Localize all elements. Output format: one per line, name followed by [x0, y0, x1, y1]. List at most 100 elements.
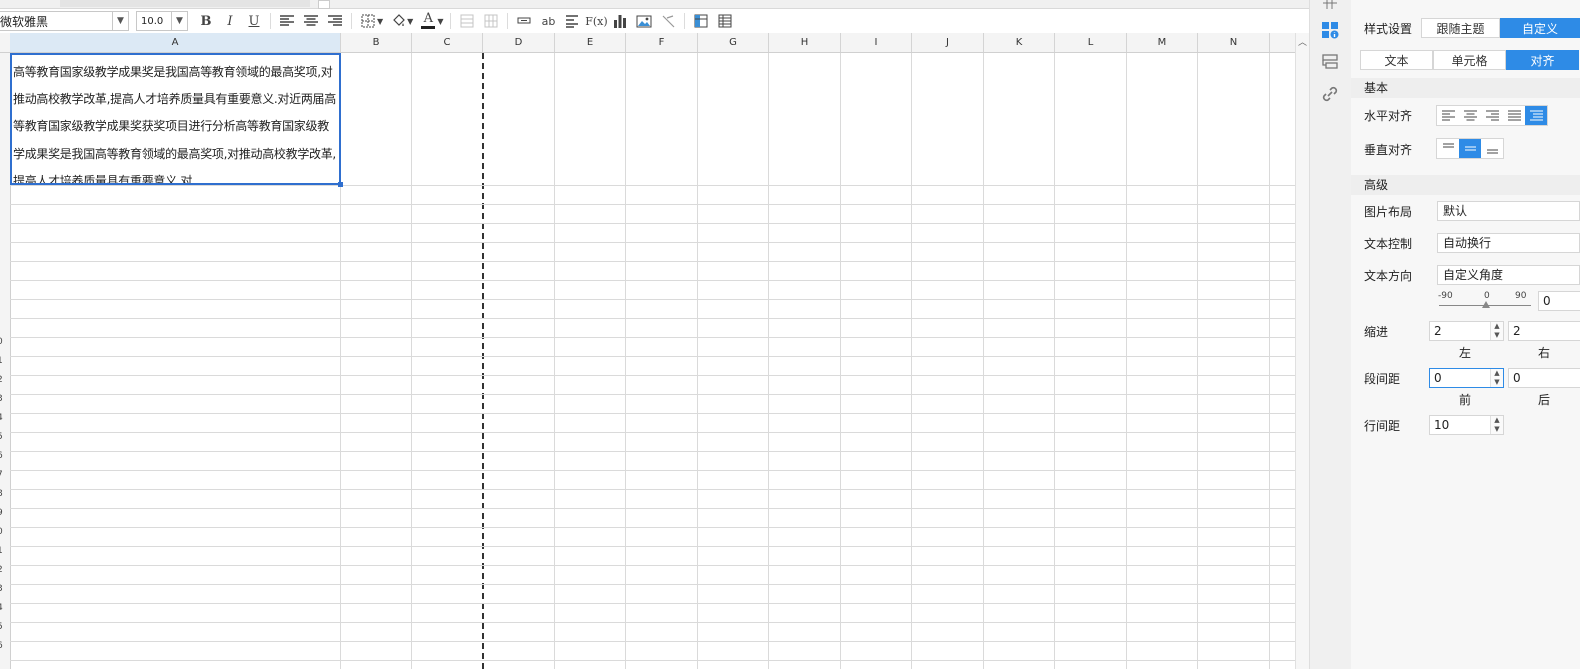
chevron-up-icon[interactable]: ︿ [1296, 35, 1309, 48]
column-header-H[interactable]: H [769, 33, 841, 52]
para-after-caption: 后 [1538, 393, 1551, 407]
font-size-select[interactable]: 10.0 ▼ [136, 11, 188, 31]
chevron-down-icon[interactable]: ▼ [407, 17, 413, 26]
v-align-bottom-icon[interactable] [1481, 139, 1503, 158]
table-icon[interactable] [1320, 0, 1340, 12]
v-align-group [1436, 138, 1504, 159]
link-icon[interactable] [1320, 84, 1340, 104]
column-header-K[interactable]: K [984, 33, 1055, 52]
merge-cells-icon[interactable] [455, 10, 479, 32]
column-header-M[interactable]: M [1127, 33, 1198, 52]
wrap-text-button[interactable]: ab [536, 10, 560, 32]
underline-button[interactable]: U [242, 10, 266, 32]
row-header[interactable]: 9 [0, 508, 9, 518]
row-header[interactable]: 0 [0, 337, 9, 347]
tab-text[interactable]: 文本 [1360, 50, 1433, 70]
row-header[interactable]: 3 [0, 394, 9, 404]
column-header-L[interactable]: L [1055, 33, 1127, 52]
chevron-down-icon[interactable]: ▼ [437, 17, 443, 26]
spinner-arrows-icon[interactable]: ▲ ▼ [1490, 322, 1503, 340]
align-left-icon[interactable] [275, 10, 299, 32]
fill-handle[interactable] [338, 182, 343, 187]
font-family-select[interactable]: 微软雅黑 ▼ [0, 11, 129, 31]
column-header-G[interactable]: G [698, 33, 769, 52]
clear-format-icon[interactable] [656, 10, 680, 32]
spinner-arrows-icon[interactable]: ▲ ▼ [1490, 369, 1503, 387]
row-header[interactable]: 5 [0, 432, 9, 442]
text-align-icon[interactable] [560, 10, 584, 32]
table-layout-icon[interactable] [713, 10, 737, 32]
v-align-middle-icon[interactable] [1459, 139, 1481, 158]
italic-button[interactable]: I [218, 10, 242, 32]
indent-left-input[interactable]: 2 ▲ ▼ [1429, 321, 1504, 341]
row-header[interactable]: 1 [0, 546, 9, 556]
row-header[interactable]: 5 [0, 622, 9, 632]
column-header-I[interactable]: I [841, 33, 912, 52]
split-cells-icon[interactable] [479, 10, 503, 32]
column-header-J[interactable]: J [912, 33, 984, 52]
custom-style-button[interactable]: 自定义 [1500, 18, 1580, 38]
align-right-icon[interactable] [323, 10, 347, 32]
grid-line [10, 527, 1295, 528]
column-header-C[interactable]: C [412, 33, 483, 52]
grid-line [1126, 53, 1127, 669]
text-control-select[interactable]: 自动换行 [1437, 233, 1580, 253]
row-header[interactable]: 3 [0, 584, 9, 594]
row-header[interactable]: 4 [0, 603, 9, 613]
h-align-distributed-icon[interactable] [1525, 106, 1547, 125]
row-header[interactable]: 4 [0, 413, 9, 423]
image-icon[interactable] [632, 10, 656, 32]
h-align-left-icon[interactable] [1437, 106, 1459, 125]
v-align-top-icon[interactable] [1437, 139, 1459, 158]
chevron-down-icon[interactable]: ▼ [112, 12, 128, 30]
sheet-tab[interactable] [60, 0, 310, 7]
indent-label: 缩进 [1364, 325, 1389, 339]
column-header-E[interactable]: E [555, 33, 626, 52]
bold-button[interactable]: B [194, 10, 218, 32]
insert-row-icon[interactable] [512, 10, 536, 32]
row-header[interactable]: 6 [0, 451, 9, 461]
text-direction-select[interactable]: 自定义角度 [1437, 265, 1580, 285]
grid-line [10, 356, 1295, 357]
sheet-tab-active[interactable] [318, 0, 330, 9]
indent-right-input[interactable]: 2 [1508, 321, 1580, 341]
column-header-D[interactable]: D [483, 33, 555, 52]
column-header-N[interactable]: N [1198, 33, 1270, 52]
row-header[interactable]: 1 [0, 356, 9, 366]
para-after-input[interactable]: 0 [1508, 368, 1580, 388]
chevron-down-icon[interactable]: ▼ [377, 17, 383, 26]
freeze-pane-icon[interactable] [689, 10, 713, 32]
cell-style-icon[interactable] [1320, 20, 1340, 40]
widget-icon[interactable] [1320, 52, 1340, 72]
row-header[interactable]: 2 [0, 565, 9, 575]
chart-icon[interactable] [608, 10, 632, 32]
formula-button[interactable]: F(x) [584, 10, 608, 32]
row-header[interactable]: 0 [0, 527, 9, 537]
para-before-input[interactable]: 0 ▲ ▼ [1429, 368, 1504, 388]
row-header[interactable]: 7 [0, 470, 9, 480]
h-align-justify-icon[interactable] [1503, 106, 1525, 125]
tab-cell[interactable]: 单元格 [1433, 50, 1506, 70]
angle-input[interactable]: 0 [1538, 291, 1580, 311]
align-center-icon[interactable] [299, 10, 323, 32]
chevron-down-icon[interactable]: ▼ [171, 12, 187, 30]
row-header[interactable]: 6 [0, 641, 9, 651]
cell-a1-selected[interactable]: 高等教育国家级教学成果奖是我国高等教育领域的最高奖项,对推动高校教学改革,提高人… [10, 53, 341, 185]
line-spacing-input[interactable]: 10 ▲ ▼ [1429, 415, 1504, 435]
spinner-arrows-icon[interactable]: ▲ ▼ [1490, 416, 1503, 434]
column-header-A[interactable]: A [10, 33, 341, 52]
column-header-F[interactable]: F [626, 33, 698, 52]
slider-min-label: -90 [1438, 291, 1453, 301]
grid-line [10, 489, 1295, 490]
h-align-right-icon[interactable] [1481, 106, 1503, 125]
follow-theme-button[interactable]: 跟随主题 [1421, 18, 1500, 38]
angle-slider-thumb[interactable] [1482, 301, 1490, 308]
vertical-scrollbar[interactable]: ︿ [1295, 33, 1309, 669]
tab-align[interactable]: 对齐 [1506, 50, 1579, 70]
column-header-B[interactable]: B [341, 33, 412, 52]
grid-line [983, 53, 984, 669]
row-header[interactable]: 2 [0, 375, 9, 385]
image-layout-select[interactable]: 默认 [1437, 201, 1580, 221]
row-header[interactable]: 8 [0, 489, 9, 499]
h-align-center-icon[interactable] [1459, 106, 1481, 125]
